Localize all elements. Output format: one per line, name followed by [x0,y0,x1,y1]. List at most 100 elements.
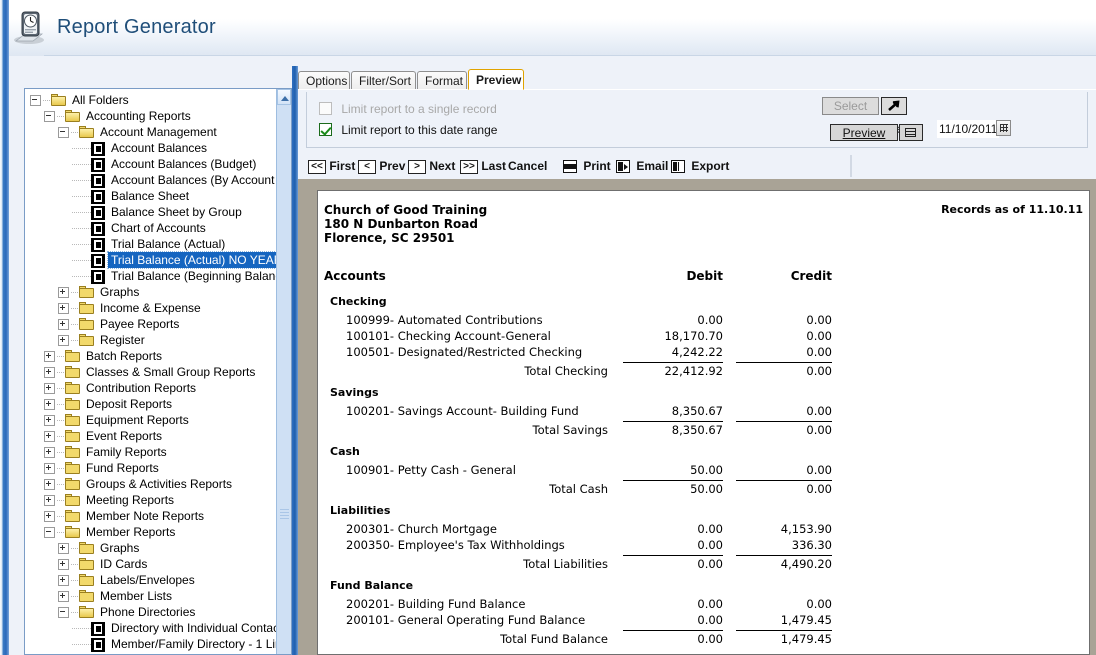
expand-icon[interactable] [44,399,55,410]
tree-item[interactable]: Graphs [28,540,290,556]
next-page-button[interactable]: > Next [408,157,455,175]
limit-single-record-row[interactable]: Limit report to a single record [319,99,497,117]
tree-item[interactable]: Member Reports [28,524,290,540]
expand-icon[interactable] [44,479,55,490]
expand-icon[interactable] [58,543,69,554]
expand-icon[interactable] [44,511,55,522]
tree-item[interactable]: Groups & Activities Reports [28,476,290,492]
tree-item[interactable]: Fund Reports [28,460,290,476]
tree-item[interactable]: ID Cards [28,556,290,572]
tree-item[interactable]: Account Balances (Budget) [28,156,290,172]
tree-item-label: Trial Balance (Beginning Balance [108,268,288,284]
tree-item[interactable]: Chart of Accounts [28,220,290,236]
tree-item[interactable]: Contribution Reports [28,380,290,396]
expand-icon[interactable] [44,383,55,394]
limit-date-range-checkbox[interactable] [319,123,332,136]
tree-scrollbar[interactable] [276,89,291,654]
tree-item[interactable]: Account Balances (By Account T [28,172,290,188]
email-button[interactable]: Email [616,157,668,175]
expand-icon[interactable] [58,303,69,314]
expand-icon[interactable] [44,495,55,506]
tree-item-label: Batch Reports [83,348,162,364]
tree-item-label: Account Balances (By Account T [108,172,285,188]
tree-item[interactable]: Member Lists [28,588,290,604]
last-page-button[interactable]: >> Last [460,157,506,175]
scroll-up-arrow-icon[interactable] [277,89,291,105]
tree-item[interactable]: Accounting Reports [28,108,290,124]
collapse-icon[interactable] [58,127,69,138]
tree-item[interactable]: Account Management [28,124,290,140]
cancel-button[interactable]: Cancel [508,157,547,175]
tree-item[interactable]: Directory with Individual Contact [28,620,290,636]
calendar-icon[interactable] [996,120,1011,136]
tab-options[interactable]: Options [298,71,350,90]
tree-connector [71,592,79,601]
tree-item[interactable]: Register [28,332,290,348]
tree-item[interactable]: Member Note Reports [28,508,290,524]
tree-item[interactable]: Account Balances [28,140,290,156]
tree-item[interactable]: Equipment Reports [28,412,290,428]
expand-icon[interactable] [44,367,55,378]
options-panel: Limit report to a single record Select L… [306,92,1088,148]
tree-item[interactable]: Member/Family Directory - 1 Line [28,636,290,652]
expand-icon[interactable] [58,319,69,330]
arrow-up-right-icon[interactable] [881,97,907,115]
export-button[interactable]: Export [671,157,729,175]
expand-icon[interactable] [58,287,69,298]
folder-icon [65,446,81,459]
report-subtotal-rule [623,421,723,422]
report-subtotal-rule [736,480,832,481]
tree-item[interactable]: Phone Directories [28,604,290,620]
tree-item-label: Balance Sheet by Group [108,204,242,220]
report-section-title: Liabilities [330,504,390,517]
folder-icon [65,382,81,395]
expand-icon[interactable] [44,447,55,458]
expand-icon[interactable] [44,463,55,474]
expand-icon[interactable] [58,335,69,346]
tree-item[interactable]: Family Reports [28,444,290,460]
collapse-icon[interactable] [30,95,41,106]
tree-item[interactable]: Balance Sheet [28,188,290,204]
tree-item[interactable]: Batch Reports [28,348,290,364]
end-date-input[interactable]: 11/10/2011 [937,120,999,138]
tab-preview[interactable]: Preview [468,69,524,90]
limit-date-range-row[interactable]: Limit report to this date range [319,120,497,138]
print-button[interactable]: Print [563,157,611,175]
expand-icon[interactable] [58,559,69,570]
tab-format[interactable]: Format [417,71,467,90]
tree-item[interactable]: Deposit Reports [28,396,290,412]
expand-icon[interactable] [44,431,55,442]
tree-connector [71,320,79,329]
tree-item[interactable]: Event Reports [28,428,290,444]
tree-item[interactable]: Trial Balance (Actual) [28,236,290,252]
tree-item[interactable]: Graphs [28,284,290,300]
select-record-button[interactable]: Select [822,97,879,115]
expand-icon[interactable] [44,415,55,426]
collapse-icon[interactable] [44,111,55,122]
tree-item[interactable]: Payee Reports [28,316,290,332]
expand-icon[interactable] [58,575,69,586]
tree-item[interactable]: Trial Balance (Beginning Balance [28,268,290,284]
collapse-icon[interactable] [44,527,55,538]
limit-single-record-checkbox[interactable] [319,102,332,115]
tree-item[interactable]: Classes & Small Group Reports [28,364,290,380]
tree-item[interactable]: Balance Sheet by Group [28,204,290,220]
tree-item[interactable]: Labels/Envelopes [28,572,290,588]
expand-icon[interactable] [44,351,55,362]
report-folder-tree[interactable]: All FoldersAccounting ReportsAccount Man… [28,92,290,652]
preview-button[interactable]: Preview [830,124,898,141]
list-menu-icon[interactable] [899,124,923,141]
tree-item[interactable]: Trial Balance (Actual) NO YEAR [28,252,290,268]
tree-item[interactable]: All Folders [28,92,290,108]
report-section-title: Checking [330,295,387,308]
tree-connector [57,400,65,409]
prev-page-button[interactable]: < Prev [358,157,405,175]
scrollbar-grip[interactable] [280,509,289,519]
first-page-button[interactable]: << First [308,157,355,175]
expand-icon[interactable] [58,591,69,602]
tree-connector [71,608,79,617]
collapse-icon[interactable] [58,607,69,618]
tree-item[interactable]: Meeting Reports [28,492,290,508]
tree-item[interactable]: Income & Expense [28,300,290,316]
tab-filter-sort[interactable]: Filter/Sort [351,71,416,90]
